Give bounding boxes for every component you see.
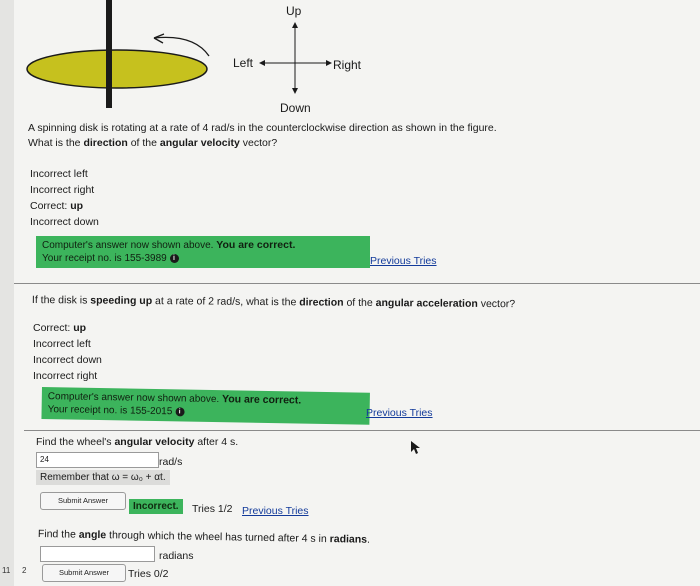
- q1-result-row: Correct: up: [30, 200, 84, 212]
- label-up: Up: [286, 4, 302, 18]
- q2-result-row: Correct: up: [33, 322, 87, 334]
- angle-input[interactable]: [40, 546, 155, 562]
- margin-number: 2: [22, 566, 27, 575]
- label-down: Down: [280, 101, 311, 115]
- q2-result-row: Incorrect right: [33, 370, 98, 382]
- q1-previous-tries-link[interactable]: Previous Tries: [370, 255, 437, 267]
- q1-result-row: Incorrect right: [30, 184, 95, 196]
- mouse-cursor-icon: [411, 441, 420, 454]
- q3-question: Find the wheel's angular velocity after …: [36, 436, 239, 448]
- q3-tries: Tries 1/2: [192, 503, 233, 515]
- info-icon[interactable]: i: [169, 253, 179, 263]
- q1-result-row: Incorrect down: [30, 216, 99, 228]
- q3-status-badge: Incorrect.: [129, 499, 183, 514]
- q3-unit: rad/s: [159, 456, 183, 468]
- spinning-disk: [26, 49, 208, 89]
- label-right: Right: [333, 58, 362, 72]
- divider: [24, 430, 700, 431]
- q2-question: If the disk is speeding up at a rate of …: [31, 294, 516, 311]
- q2-results: Correct: up Incorrect left Incorrect dow…: [33, 320, 102, 384]
- angular-velocity-input[interactable]: 24: [36, 452, 159, 468]
- divider: [14, 283, 700, 284]
- q2-feedback-box: Computer's answer now shown above. You a…: [41, 387, 370, 425]
- rotation-axis: [106, 0, 112, 108]
- q1-result-row: Incorrect left: [30, 168, 88, 180]
- q3-hint: Remember that ω = ω₀ + αt.: [36, 470, 170, 485]
- q2-result-row: Incorrect down: [33, 354, 102, 366]
- q1-results: Incorrect left Incorrect right Correct: …: [30, 166, 99, 230]
- q4-unit: radians: [159, 550, 194, 562]
- q1-text-line1: A spinning disk is rotating at a rate of…: [28, 122, 497, 134]
- info-icon[interactable]: i: [175, 407, 185, 417]
- q4-tries: Tries 0/2: [128, 568, 169, 580]
- q3-previous-tries-link[interactable]: Previous Tries: [242, 505, 309, 517]
- q3-submit-button[interactable]: Submit Answer: [40, 492, 126, 510]
- q1-text-line2: What is the direction of the angular vel…: [28, 137, 278, 149]
- q2-result-row: Incorrect left: [33, 338, 91, 350]
- q4-submit-button[interactable]: Submit Answer: [42, 564, 126, 582]
- problem-page: Up Down Left Right A spinning disk is ro…: [14, 0, 700, 586]
- margin-number: 11: [2, 566, 11, 575]
- q2-previous-tries-link[interactable]: Previous Tries: [366, 407, 433, 419]
- q4-question: Find the angle through which the wheel h…: [37, 528, 371, 546]
- q1-feedback-box: Computer's answer now shown above. You a…: [36, 236, 370, 268]
- label-left: Left: [233, 56, 254, 70]
